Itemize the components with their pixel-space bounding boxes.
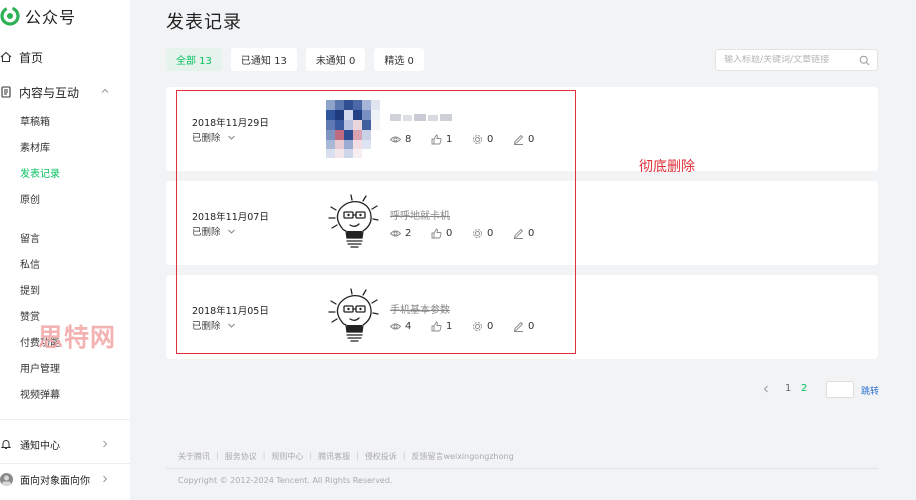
tab-all[interactable]: 全部 13 xyxy=(166,48,222,71)
footer-separator: | xyxy=(356,451,359,460)
home-icon xyxy=(0,51,12,63)
sidebar-item-materials[interactable]: 素材库 xyxy=(20,142,50,156)
footer-separator: | xyxy=(216,451,219,460)
sidebar-item-mentions[interactable]: 提到 xyxy=(20,285,40,299)
sidebar-item-original[interactable]: 原创 xyxy=(20,194,40,208)
document-icon xyxy=(0,86,12,98)
sidebar: 公众号 首页 内容与互动 草稿箱 素材库 发表记录 原创 留言 私信 提到 赞赏… xyxy=(0,0,130,500)
sidebar-item-home[interactable]: 首页 xyxy=(0,47,43,67)
account-name: 面向对象面向你 xyxy=(20,475,90,487)
search-icon[interactable] xyxy=(859,55,870,66)
page-2-link[interactable]: 2 xyxy=(801,383,807,394)
sidebar-item-messages[interactable]: 私信 xyxy=(20,259,40,273)
footer-divider xyxy=(166,468,878,469)
sidebar-item-publish-records[interactable]: 发表记录 xyxy=(20,168,60,182)
sidebar-item-label: 首页 xyxy=(19,50,44,65)
wechat-official-logo-icon xyxy=(0,6,20,26)
page-title: 发表记录 xyxy=(166,12,242,33)
sidebar-item-video-danmaku[interactable]: 视频弹幕 xyxy=(20,389,60,403)
page-jump-input[interactable] xyxy=(826,381,854,398)
footer-link-feedback[interactable]: 反馈留言weixingongzhong xyxy=(412,451,514,462)
tab-not-notified[interactable]: 未通知 0 xyxy=(305,48,366,71)
page-jump-button[interactable]: 跳转 xyxy=(861,384,879,397)
chevron-up-icon xyxy=(101,88,109,93)
sidebar-item-drafts[interactable]: 草稿箱 xyxy=(20,116,50,130)
chevron-right-icon xyxy=(103,475,108,483)
tab-notified[interactable]: 已通知 13 xyxy=(230,48,297,71)
bell-icon xyxy=(0,438,12,450)
sidebar-item-user-management[interactable]: 用户管理 xyxy=(20,363,60,377)
annotation-text: 彻底删除 xyxy=(639,159,695,175)
footer-link-terms[interactable]: 服务协议 xyxy=(225,451,257,462)
annotation-highlight-box xyxy=(176,90,576,354)
footer-link-complaints[interactable]: 侵权投诉 xyxy=(365,451,397,462)
tab-featured[interactable]: 精选 0 xyxy=(374,48,424,71)
filter-tabs: 全部 13 已通知 13 未通知 0 精选 0 xyxy=(166,48,424,71)
sidebar-group-content[interactable]: 内容与互动 xyxy=(0,82,118,102)
sidebar-item-rewards[interactable]: 赞赏 xyxy=(20,311,40,325)
copyright: Copyright © 2012-2024 Tencent. All Right… xyxy=(178,476,393,485)
footer-separator: | xyxy=(402,451,406,460)
avatar xyxy=(0,472,13,486)
search-box xyxy=(715,49,878,71)
footer-link-support[interactable]: 腾讯客服 xyxy=(318,451,350,462)
site-watermark: 思特网 xyxy=(38,323,117,352)
sidebar-divider xyxy=(0,419,130,420)
brand-name: 公众号 xyxy=(25,8,77,27)
footer-link-about[interactable]: 关于腾讯 xyxy=(178,451,210,462)
footer-link-rules[interactable]: 规则中心 xyxy=(271,451,303,462)
sidebar-item-comments[interactable]: 留言 xyxy=(20,233,40,247)
sidebar-item-notifications[interactable]: 通知中心 xyxy=(0,434,118,454)
sidebar-item-label: 通知中心 xyxy=(20,440,60,452)
footer-links: 关于腾讯 | 服务协议 | 规则中心 | 腾讯客服 | 侵权投诉 | 反馈留言weixin… xyxy=(178,451,514,462)
footer-separator: | xyxy=(262,451,266,460)
sidebar-group-label: 内容与互动 xyxy=(19,85,80,100)
account-menu[interactable]: 面向对象面向你 xyxy=(0,469,118,489)
search-input[interactable] xyxy=(724,55,854,65)
footer-separator: | xyxy=(309,451,313,460)
brand-logo[interactable]: 公众号 xyxy=(0,3,76,29)
page-1-link[interactable]: 1 xyxy=(785,383,791,394)
chevron-left-icon[interactable] xyxy=(762,383,770,395)
chevron-right-icon xyxy=(103,440,108,448)
sidebar-divider xyxy=(0,463,130,464)
